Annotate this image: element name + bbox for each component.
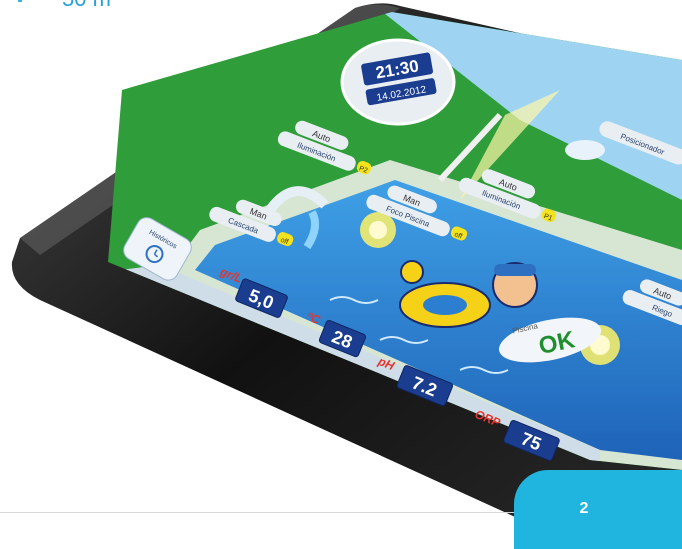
clock-widget: 21:30 14.02.2012: [340, 38, 456, 126]
tablet-illustration: 21:30 14.02.2012 Auto Iluminación P2 Aut…: [11, 3, 682, 546]
page-number: 2: [579, 500, 589, 517]
page-number-tab: 2: [514, 470, 682, 549]
